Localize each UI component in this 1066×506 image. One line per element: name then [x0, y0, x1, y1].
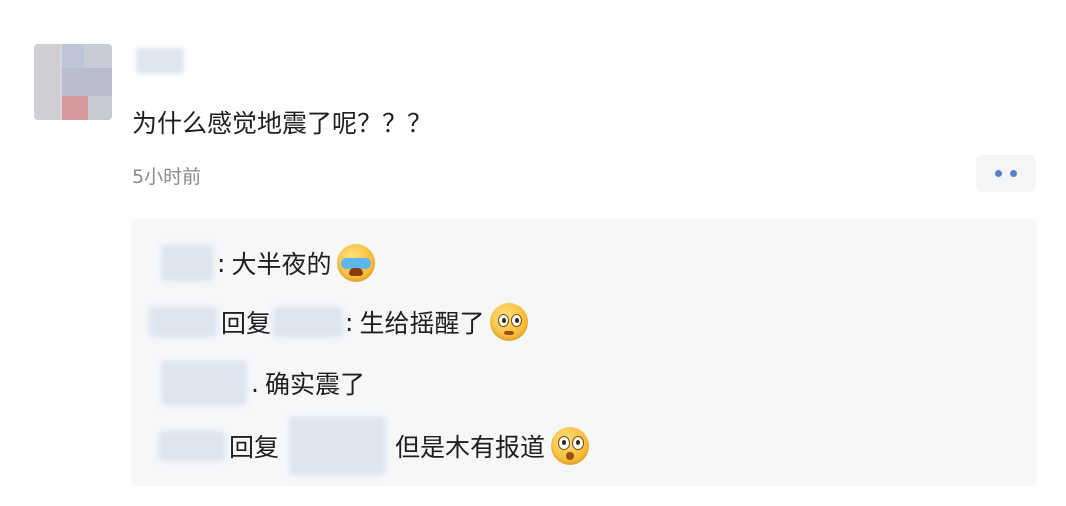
- comment-text: 为什么感觉地震了呢？？？: [132, 109, 433, 138]
- reply-username-blurred[interactable]: [161, 361, 247, 405]
- reply-word: 回复: [229, 433, 280, 462]
- more-dots-icon: [1010, 170, 1017, 177]
- avatar[interactable]: [34, 44, 112, 120]
- reply-separator: .: [251, 368, 259, 398]
- reply-username-blurred[interactable]: [161, 245, 213, 281]
- replies-panel: : 大半夜的 回复 : 生给摇醒了 . 确实震了 回复 但是木有报道: [131, 219, 1037, 486]
- reply-text: 但是木有报道: [395, 433, 546, 462]
- reply-item[interactable]: : 大半夜的: [149, 244, 376, 282]
- worried-emoji-icon: [490, 303, 529, 341]
- reply-target-blurred[interactable]: [273, 307, 344, 337]
- more-options-button[interactable]: [976, 155, 1036, 192]
- reply-text: 确实震了: [264, 370, 365, 399]
- reply-text: 生给摇醒了: [359, 309, 485, 338]
- reply-target-blurred[interactable]: [289, 417, 386, 475]
- crying-emoji-icon: [337, 244, 376, 282]
- reply-item[interactable]: 回复 : 生给摇醒了: [149, 303, 529, 341]
- reply-separator: :: [217, 248, 226, 278]
- reply-item[interactable]: 回复 但是木有报道: [149, 417, 590, 475]
- more-dots-icon: [995, 170, 1002, 177]
- reply-item[interactable]: . 确实震了: [149, 361, 365, 405]
- comment-timestamp: 5小时前: [132, 166, 202, 188]
- reply-text: 大半夜的: [231, 250, 332, 279]
- reply-separator: :: [345, 307, 354, 337]
- reply-username-blurred[interactable]: [149, 307, 217, 337]
- shocked-emoji-icon: [551, 427, 590, 465]
- reply-word: 回复: [221, 309, 272, 338]
- reply-username-blurred[interactable]: [159, 431, 225, 461]
- username-blurred[interactable]: [136, 48, 184, 74]
